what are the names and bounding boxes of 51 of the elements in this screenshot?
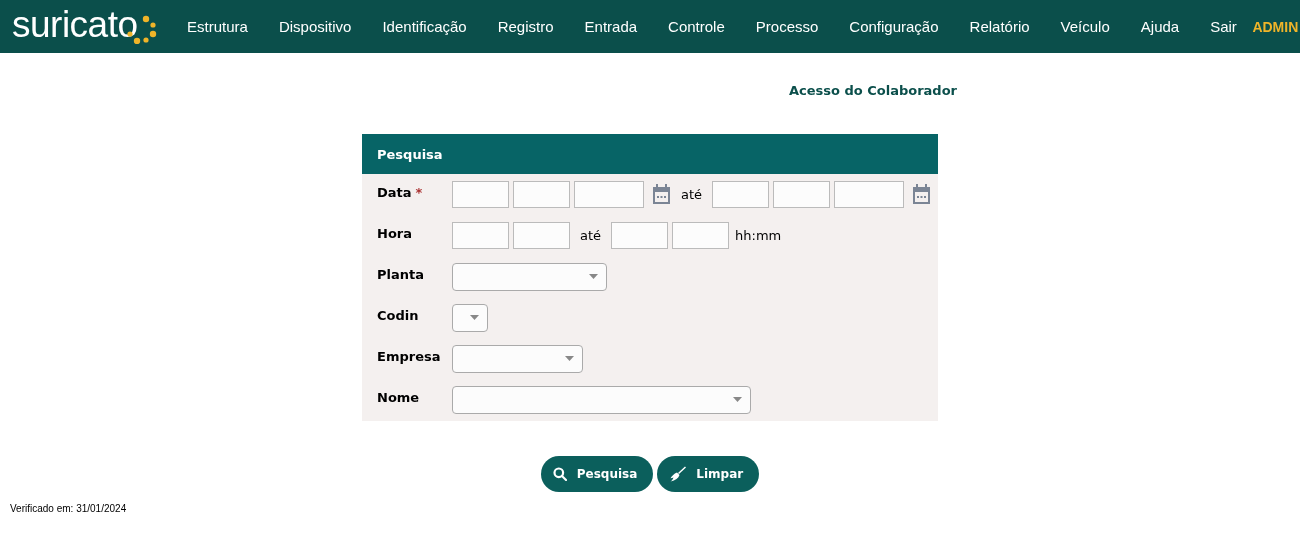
nav-link[interactable]: Controle: [652, 18, 741, 35]
dropdown[interactable]: [452, 262, 607, 291]
input-field[interactable]: [773, 181, 831, 208]
dropdown[interactable]: [452, 344, 583, 373]
input-field[interactable]: [513, 181, 570, 208]
panel-header: Pesquisa: [362, 134, 938, 174]
input-field[interactable]: [834, 181, 905, 208]
dropdown[interactable]: [452, 385, 751, 414]
verification-date: Verificado em: 31/01/2024: [10, 503, 128, 514]
nav-link[interactable]: Entrada: [569, 18, 653, 35]
input-field[interactable]: [672, 222, 730, 249]
caret-icon: [589, 274, 598, 279]
nav-link[interactable]: Configuração: [833, 18, 955, 35]
field-label: Hora: [377, 226, 412, 241]
nav-link[interactable]: Veículo: [1045, 18, 1126, 35]
format-hint: hh:mm: [735, 228, 782, 243]
nav-link[interactable]: Processo: [740, 18, 834, 35]
caret-icon: [565, 356, 574, 361]
input-field[interactable]: [574, 181, 644, 208]
field-label: Planta: [377, 267, 424, 282]
search-button[interactable]: Pesquisa: [540, 456, 654, 492]
nav-link[interactable]: Ajuda: [1125, 18, 1195, 35]
logo-text: suricato: [12, 6, 138, 47]
search-icon: [552, 467, 567, 481]
input-field[interactable]: [452, 181, 509, 208]
range-label: até: [681, 187, 703, 202]
input-field[interactable]: [452, 222, 509, 249]
input-field[interactable]: [712, 181, 770, 208]
field-label: Nome: [377, 390, 420, 405]
field-label: Data: [377, 185, 412, 200]
input-field[interactable]: [611, 222, 669, 249]
range-label: até: [580, 228, 602, 243]
nav-link[interactable]: Identificação: [366, 18, 483, 35]
nav-link[interactable]: Registro: [482, 18, 570, 35]
calendar-icon[interactable]: [652, 184, 671, 205]
input-field[interactable]: [513, 222, 570, 249]
broom-icon: [669, 466, 687, 482]
nav-link[interactable]: Estrutura: [171, 18, 264, 35]
field-label: Empresa: [377, 349, 441, 364]
nav-link[interactable]: Relatório: [954, 18, 1046, 35]
field-label: Codin: [377, 308, 419, 323]
user-name[interactable]: ADMIN: [1252, 18, 1299, 35]
nav-link[interactable]: Sair: [1194, 18, 1253, 35]
required-mark: *: [415, 185, 423, 200]
clear-button[interactable]: Limpar: [657, 456, 760, 492]
caret-icon: [733, 397, 742, 402]
calendar-icon[interactable]: [912, 184, 932, 205]
caret-icon: [470, 315, 479, 320]
nav-link[interactable]: Dispositivo: [263, 18, 367, 35]
page-title: Acesso do Colaborador: [787, 83, 957, 98]
dropdown[interactable]: [452, 303, 488, 332]
